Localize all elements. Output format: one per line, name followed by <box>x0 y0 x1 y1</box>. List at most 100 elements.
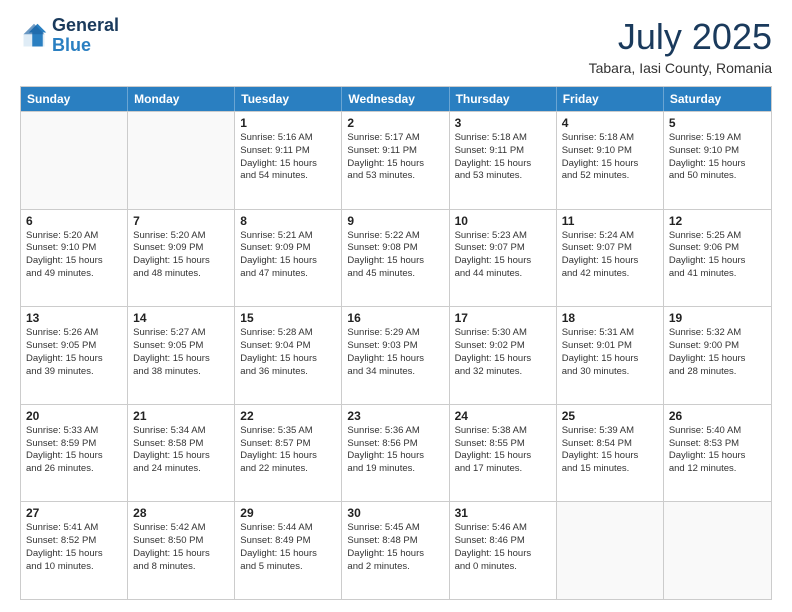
calendar-cell-2-3: 16Sunrise: 5:29 AMSunset: 9:03 PMDayligh… <box>342 307 449 404</box>
cell-info: Sunrise: 5:36 AMSunset: 8:56 PMDaylight:… <box>347 425 443 476</box>
header-day-thursday: Thursday <box>450 87 557 111</box>
calendar-cell-2-6: 19 Sunrise: 5:32 AMSunset: 9:00 PMDayligh… <box>664 307 771 404</box>
day-number: 22 <box>240 409 336 423</box>
calendar-row-2: 13Sunrise: 5:26 AMSunset: 9:05 PMDayligh… <box>21 306 771 404</box>
day-number: 5 <box>669 116 766 130</box>
cell-info: Sunrise: 5:46 AMSunset: 8:46 PMDaylight:… <box>455 522 551 573</box>
month-title: July 2025 <box>589 16 772 58</box>
cell-info: Sunrise: 5:23 AMSunset: 9:07 PMDaylight:… <box>455 230 551 281</box>
day-number: 4 <box>562 116 658 130</box>
page: General Blue July 2025 Tabara, Iasi Coun… <box>0 0 792 612</box>
calendar-cell-1-0: 6 Sunrise: 5:20 AMSunset: 9:10 PMDaylight… <box>21 210 128 307</box>
cell-info: Sunrise: 5:27 AMSunset: 9:05 PMDaylight:… <box>133 327 229 378</box>
calendar-cell-4-3: 30 Sunrise: 5:45 AMSunset: 8:48 PMDayligh… <box>342 502 449 599</box>
calendar-cell-2-2: 15 Sunrise: 5:28 AMSunset: 9:04 PMDayligh… <box>235 307 342 404</box>
cell-info: Sunrise: 5:25 AMSunset: 9:06 PMDaylight:… <box>669 230 766 281</box>
cell-info: Sunrise: 5:33 AMSunset: 8:59 PMDaylight:… <box>26 425 122 476</box>
day-number: 23 <box>347 409 443 423</box>
cell-info: Sunrise: 5:31 AMSunset: 9:01 PMDaylight:… <box>562 327 658 378</box>
day-number: 31 <box>455 506 551 520</box>
day-number: 29 <box>240 506 336 520</box>
cell-info: Sunrise: 5:35 AMSunset: 8:57 PMDaylight:… <box>240 425 336 476</box>
cell-info: Sunrise: 5:17 AMSunset: 9:11 PMDaylight:… <box>347 132 443 183</box>
calendar-cell-2-1: 14 Sunrise: 5:27 AMSunset: 9:05 PMDayligh… <box>128 307 235 404</box>
calendar-cell-1-3: 9Sunrise: 5:22 AMSunset: 9:08 PMDaylight… <box>342 210 449 307</box>
header: General Blue July 2025 Tabara, Iasi Coun… <box>20 16 772 76</box>
logo-icon <box>20 22 48 50</box>
calendar-cell-4-1: 28 Sunrise: 5:42 AMSunset: 8:50 PMDayligh… <box>128 502 235 599</box>
calendar-row-4: 27 Sunrise: 5:41 AMSunset: 8:52 PMDayligh… <box>21 501 771 599</box>
calendar-cell-4-5 <box>557 502 664 599</box>
cell-info: Sunrise: 5:21 AMSunset: 9:09 PMDaylight:… <box>240 230 336 281</box>
day-number: 26 <box>669 409 766 423</box>
calendar-cell-3-1: 21Sunrise: 5:34 AMSunset: 8:58 PMDayligh… <box>128 405 235 502</box>
calendar-cell-3-5: 25Sunrise: 5:39 AMSunset: 8:54 PMDayligh… <box>557 405 664 502</box>
cell-info: Sunrise: 5:19 AMSunset: 9:10 PMDaylight:… <box>669 132 766 183</box>
day-number: 20 <box>26 409 122 423</box>
day-number: 13 <box>26 311 122 325</box>
cell-info: Sunrise: 5:16 AMSunset: 9:11 PMDaylight:… <box>240 132 336 183</box>
calendar-cell-4-2: 29 Sunrise: 5:44 AMSunset: 8:49 PMDayligh… <box>235 502 342 599</box>
calendar-cell-3-3: 23 Sunrise: 5:36 AMSunset: 8:56 PMDayligh… <box>342 405 449 502</box>
logo-general-text: General <box>52 15 119 35</box>
calendar-cell-2-4: 17Sunrise: 5:30 AMSunset: 9:02 PMDayligh… <box>450 307 557 404</box>
calendar-cell-0-1 <box>128 112 235 209</box>
calendar-cell-3-0: 20 Sunrise: 5:33 AMSunset: 8:59 PMDayligh… <box>21 405 128 502</box>
day-number: 14 <box>133 311 229 325</box>
cell-info: Sunrise: 5:20 AMSunset: 9:10 PMDaylight:… <box>26 230 122 281</box>
cell-info: Sunrise: 5:34 AMSunset: 8:58 PMDaylight:… <box>133 425 229 476</box>
day-number: 18 <box>562 311 658 325</box>
cell-info: Sunrise: 5:45 AMSunset: 8:48 PMDaylight:… <box>347 522 443 573</box>
cell-info: Sunrise: 5:44 AMSunset: 8:49 PMDaylight:… <box>240 522 336 573</box>
calendar-cell-0-0 <box>21 112 128 209</box>
day-number: 1 <box>240 116 336 130</box>
calendar-cell-4-6 <box>664 502 771 599</box>
day-number: 2 <box>347 116 443 130</box>
calendar-cell-2-0: 13Sunrise: 5:26 AMSunset: 9:05 PMDayligh… <box>21 307 128 404</box>
cell-info: Sunrise: 5:28 AMSunset: 9:04 PMDaylight:… <box>240 327 336 378</box>
cell-info: Sunrise: 5:18 AMSunset: 9:10 PMDaylight:… <box>562 132 658 183</box>
cell-info: Sunrise: 5:22 AMSunset: 9:08 PMDaylight:… <box>347 230 443 281</box>
day-number: 8 <box>240 214 336 228</box>
calendar-cell-4-0: 27 Sunrise: 5:41 AMSunset: 8:52 PMDayligh… <box>21 502 128 599</box>
calendar-cell-4-4: 31 Sunrise: 5:46 AMSunset: 8:46 PMDayligh… <box>450 502 557 599</box>
cell-info: Sunrise: 5:24 AMSunset: 9:07 PMDaylight:… <box>562 230 658 281</box>
header-day-tuesday: Tuesday <box>235 87 342 111</box>
calendar-header: SundayMondayTuesdayWednesdayThursdayFrid… <box>21 87 771 111</box>
calendar-row-1: 6 Sunrise: 5:20 AMSunset: 9:10 PMDaylight… <box>21 209 771 307</box>
calendar-cell-1-6: 12 Sunrise: 5:25 AMSunset: 9:06 PMDayligh… <box>664 210 771 307</box>
day-number: 19 <box>669 311 766 325</box>
cell-info: Sunrise: 5:32 AMSunset: 9:00 PMDaylight:… <box>669 327 766 378</box>
day-number: 6 <box>26 214 122 228</box>
calendar-cell-0-2: 1 Sunrise: 5:16 AMSunset: 9:11 PMDaylight… <box>235 112 342 209</box>
header-day-saturday: Saturday <box>664 87 771 111</box>
header-day-wednesday: Wednesday <box>342 87 449 111</box>
cell-info: Sunrise: 5:41 AMSunset: 8:52 PMDaylight:… <box>26 522 122 573</box>
calendar-cell-2-5: 18 Sunrise: 5:31 AMSunset: 9:01 PMDayligh… <box>557 307 664 404</box>
location: Tabara, Iasi County, Romania <box>589 60 772 76</box>
header-day-sunday: Sunday <box>21 87 128 111</box>
calendar-cell-3-2: 22 Sunrise: 5:35 AMSunset: 8:57 PMDayligh… <box>235 405 342 502</box>
cell-info: Sunrise: 5:30 AMSunset: 9:02 PMDaylight:… <box>455 327 551 378</box>
header-day-monday: Monday <box>128 87 235 111</box>
day-number: 30 <box>347 506 443 520</box>
day-number: 15 <box>240 311 336 325</box>
day-number: 27 <box>26 506 122 520</box>
calendar-row-3: 20 Sunrise: 5:33 AMSunset: 8:59 PMDayligh… <box>21 404 771 502</box>
day-number: 16 <box>347 311 443 325</box>
calendar-cell-3-6: 26 Sunrise: 5:40 AMSunset: 8:53 PMDayligh… <box>664 405 771 502</box>
calendar-cell-0-4: 3Sunrise: 5:18 AMSunset: 9:11 PMDaylight… <box>450 112 557 209</box>
day-number: 12 <box>669 214 766 228</box>
day-number: 25 <box>562 409 658 423</box>
day-number: 28 <box>133 506 229 520</box>
logo-blue-text: Blue <box>52 35 91 55</box>
calendar-cell-1-5: 11Sunrise: 5:24 AMSunset: 9:07 PMDayligh… <box>557 210 664 307</box>
calendar-cell-0-5: 4 Sunrise: 5:18 AMSunset: 9:10 PMDaylight… <box>557 112 664 209</box>
cell-info: Sunrise: 5:42 AMSunset: 8:50 PMDaylight:… <box>133 522 229 573</box>
cell-info: Sunrise: 5:20 AMSunset: 9:09 PMDaylight:… <box>133 230 229 281</box>
title-block: July 2025 Tabara, Iasi County, Romania <box>589 16 772 76</box>
cell-info: Sunrise: 5:40 AMSunset: 8:53 PMDaylight:… <box>669 425 766 476</box>
day-number: 24 <box>455 409 551 423</box>
calendar-cell-1-4: 10Sunrise: 5:23 AMSunset: 9:07 PMDayligh… <box>450 210 557 307</box>
logo: General Blue <box>20 16 119 56</box>
